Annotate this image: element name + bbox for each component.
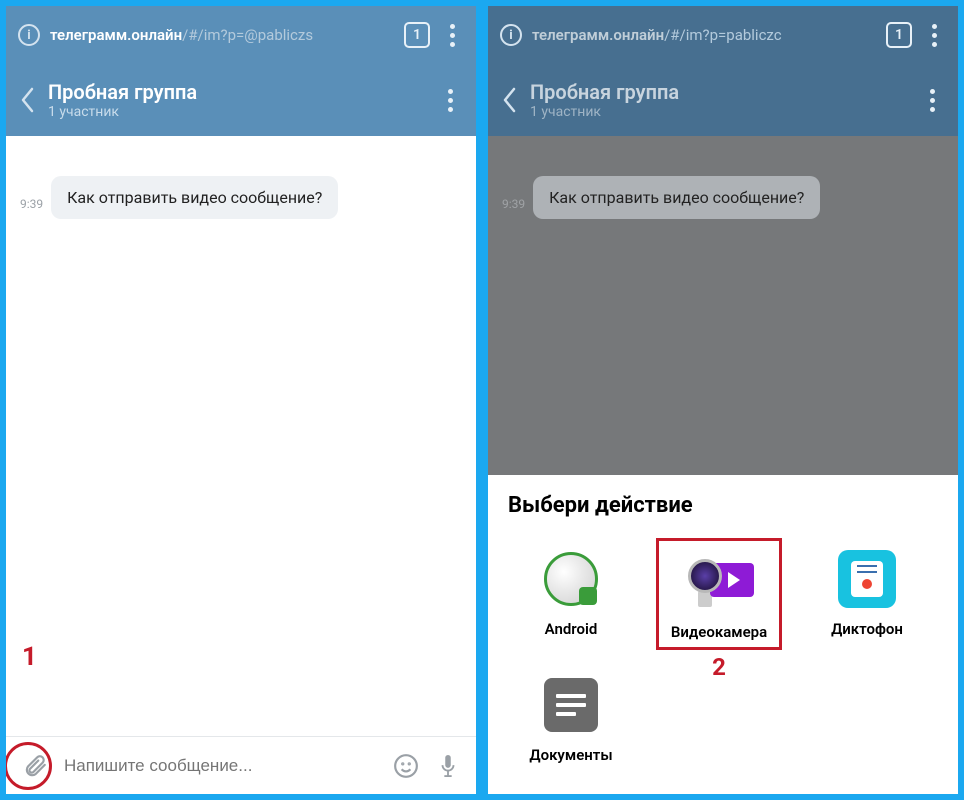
emoji-icon[interactable] — [392, 752, 420, 780]
annotation-2: 2 — [712, 653, 726, 681]
browser-bar: i телеграмм.онлайн/#/im?p=@pabliczs 1 — [6, 6, 476, 64]
url-host: телеграмм.онлайн — [50, 26, 182, 44]
action-sheet: Выбери действие Android Видеокамера 2 — [488, 475, 958, 794]
chat-header[interactable]: Пробная группа 1 участник — [488, 64, 958, 136]
sheet-item-documents[interactable]: Документы — [508, 664, 634, 770]
sheet-title: Выбери действие — [508, 493, 938, 518]
url-host: телеграмм.онлайн — [532, 26, 664, 44]
browser-bar: i телеграмм.онлайн/#/im?p=pabliczc 1 — [488, 6, 958, 64]
chat-subtitle: 1 участник — [48, 104, 426, 120]
chat-body[interactable]: 9:39 Как отправить видео сообщение? 1 — [6, 136, 476, 736]
chat-body[interactable]: 9:39 Как отправить видео сообщение? — [488, 136, 958, 475]
chat-title-block[interactable]: Пробная группа 1 участник — [48, 80, 426, 120]
sheet-item-label: Документы — [529, 746, 612, 764]
sheet-item-dictaphone[interactable]: Диктофон — [804, 538, 930, 650]
chat-menu-icon[interactable] — [920, 89, 944, 112]
browser-menu-icon[interactable] — [922, 24, 946, 47]
back-icon[interactable] — [502, 87, 518, 113]
sheet-item-label: Диктофон — [831, 620, 903, 638]
mic-icon[interactable] — [434, 752, 462, 780]
message-bubble[interactable]: Как отправить видео сообщение? — [51, 176, 338, 219]
message-input[interactable] — [64, 756, 378, 776]
browser-menu-icon[interactable] — [440, 24, 464, 47]
android-icon — [536, 544, 606, 614]
message-row: 9:39 Как отправить видео сообщение? — [20, 176, 462, 219]
url-bar[interactable]: телеграмм.онлайн/#/im?p=pabliczc — [532, 26, 876, 44]
chat-header[interactable]: Пробная группа 1 участник — [6, 64, 476, 136]
sheet-item-label: Android — [545, 620, 598, 638]
attach-icon[interactable] — [20, 751, 50, 781]
input-bar — [6, 736, 476, 794]
url-bar[interactable]: телеграмм.онлайн/#/im?p=@pabliczs — [50, 26, 394, 44]
sheet-item-label: Видеокамера — [671, 623, 767, 641]
sheet-item-camcorder[interactable]: Видеокамера 2 — [656, 538, 782, 650]
chat-menu-icon[interactable] — [438, 89, 462, 112]
annotation-1: 1 — [22, 642, 37, 672]
message-time: 9:39 — [20, 197, 43, 219]
url-path: /#/im?p=pabliczc — [664, 26, 782, 44]
url-path: /#/im?p=@pabliczs — [182, 26, 313, 44]
phone-left: i телеграмм.онлайн/#/im?p=@pabliczs 1 Пр… — [6, 6, 476, 794]
info-icon[interactable]: i — [500, 24, 522, 46]
message-row: 9:39 Как отправить видео сообщение? — [502, 176, 944, 219]
sheet-grid: Android Видеокамера 2 Диктофон — [508, 538, 938, 770]
chat-title: Пробная группа — [48, 80, 426, 104]
chat-title: Пробная группа — [530, 80, 908, 104]
chat-subtitle: 1 участник — [530, 104, 908, 120]
tabs-icon[interactable]: 1 — [886, 22, 912, 48]
info-icon[interactable]: i — [18, 24, 40, 46]
chat-title-block[interactable]: Пробная группа 1 участник — [530, 80, 908, 120]
message-time: 9:39 — [502, 197, 525, 219]
camcorder-icon — [684, 547, 754, 617]
documents-icon — [536, 670, 606, 740]
back-icon[interactable] — [20, 87, 36, 113]
sheet-item-android[interactable]: Android — [508, 538, 634, 650]
tabs-icon[interactable]: 1 — [404, 22, 430, 48]
dictaphone-icon — [832, 544, 902, 614]
phone-right: i телеграмм.онлайн/#/im?p=pabliczc 1 Про… — [488, 6, 958, 794]
message-bubble[interactable]: Как отправить видео сообщение? — [533, 176, 820, 219]
